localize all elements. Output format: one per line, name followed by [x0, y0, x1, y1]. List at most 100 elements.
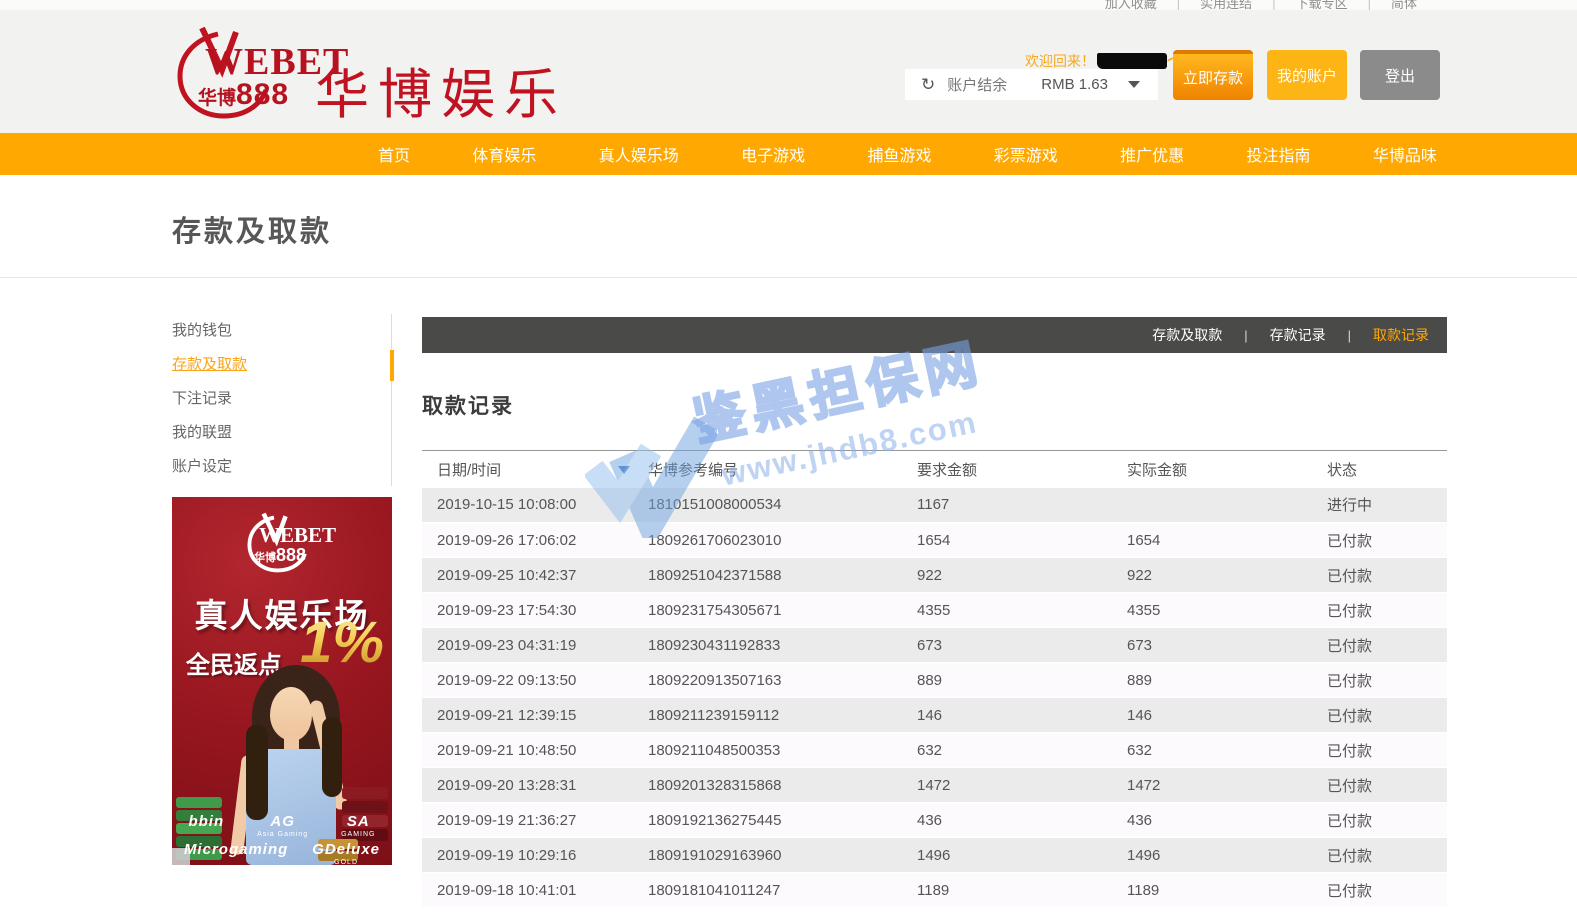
logout-button[interactable]: 登出 [1360, 50, 1440, 100]
provider-name: AG [270, 813, 295, 830]
cell-reference: 1810151008000534 [648, 488, 917, 523]
nav-item-label: 投注指南 [1247, 148, 1311, 165]
sidebar-item-label: 我的联盟 [172, 424, 232, 441]
cell-requested-amount: 889 [917, 663, 1127, 698]
sidebar-nav: 我的钱包存款及取款下注记录我的联盟账户设定 [172, 314, 392, 486]
sidebar-item[interactable]: 我的联盟 [172, 416, 391, 450]
nav-item-label: 真人娱乐场 [599, 148, 679, 165]
provider-logo: AGAsia Gaming [257, 813, 308, 838]
cell-actual-amount: 1496 [1127, 838, 1327, 873]
tab-item[interactable]: 取款记录 [1326, 325, 1429, 345]
column-header-datetime[interactable]: 日期/时间 [422, 451, 648, 488]
provider-name: Microgaming [184, 841, 288, 858]
banner-logo-888: 888 [276, 545, 306, 565]
column-header-actual-amount[interactable]: 实际金额 [1127, 451, 1327, 488]
cell-datetime: 2019-09-21 12:39:15 [422, 698, 648, 733]
sidebar-item[interactable]: 下注记录 [172, 382, 391, 416]
tab-item[interactable]: 存款记录 [1222, 325, 1325, 345]
top-link-label: 简体 [1391, 0, 1417, 10]
cell-status: 已付款 [1327, 873, 1447, 908]
top-link[interactable]: 加入收藏 [1105, 0, 1157, 10]
table-row[interactable]: 2019-09-19 21:36:27 1809192136275445 436… [422, 803, 1447, 838]
table-row[interactable]: 2019-10-15 10:08:00 1810151008000534 116… [422, 488, 1447, 523]
caret-down-icon[interactable] [1128, 81, 1140, 88]
cell-actual-amount: 1654 [1127, 523, 1327, 558]
cell-reference: 1809192136275445 [648, 803, 917, 838]
table-row[interactable]: 2019-09-22 09:13:50 1809220913507163 889… [422, 663, 1447, 698]
cell-datetime: 2019-09-19 10:29:16 [422, 838, 648, 873]
table-row[interactable]: 2019-09-23 17:54:30 1809231754305671 435… [422, 593, 1447, 628]
table-row[interactable]: 2019-09-18 10:41:01 1809181041011247 118… [422, 873, 1447, 908]
provider-name: SA [347, 813, 370, 830]
model-hair-strand-left [246, 725, 268, 820]
provider-name: GDeluxe [312, 841, 380, 858]
sidebar-item[interactable]: 存款及取款 [172, 348, 391, 382]
nav-item[interactable]: 投注指南 [1247, 142, 1311, 166]
nav-item[interactable]: 彩票游戏 [994, 142, 1058, 166]
nav-item[interactable]: 华博品味 [1373, 142, 1437, 166]
table-row[interactable]: 2019-09-21 10:48:50 1809211048500353 632… [422, 733, 1447, 768]
cell-requested-amount: 1654 [917, 523, 1127, 558]
top-link[interactable]: 下载专区 [1252, 0, 1347, 10]
refresh-icon[interactable]: ↻ [921, 76, 935, 93]
site-logo[interactable]: WEBET 华博888 华博娱乐 [172, 22, 592, 122]
nav-item[interactable]: 体育娱乐 [472, 142, 536, 166]
cell-datetime: 2019-09-18 10:41:01 [422, 873, 648, 908]
nav-item[interactable]: 电子游戏 [741, 142, 805, 166]
my-account-button[interactable]: 我的账户 [1267, 50, 1347, 100]
column-header-requested-amount[interactable]: 要求金额 [917, 451, 1127, 488]
deposit-button[interactable]: 立即存款 [1173, 50, 1253, 100]
cell-requested-amount: 673 [917, 628, 1127, 663]
provider-logo: Microgaming [184, 841, 288, 859]
cell-requested-amount: 146 [917, 698, 1127, 733]
tab-item[interactable]: 存款及取款 [1152, 325, 1222, 345]
table-row[interactable]: 2019-09-19 10:29:16 1809191029163960 149… [422, 838, 1447, 873]
welcome-label: 欢迎回来！ [1025, 51, 1095, 71]
sidebar-item[interactable]: 我的钱包 [172, 314, 391, 348]
welcome-message: 欢迎回来！ [1025, 52, 1175, 70]
cell-status: 已付款 [1327, 838, 1447, 873]
table-row[interactable]: 2019-09-25 10:42:37 1809251042371588 922… [422, 558, 1447, 593]
table-row[interactable]: 2019-09-21 12:39:15 1809211239159112 146… [422, 698, 1447, 733]
cell-requested-amount: 922 [917, 558, 1127, 593]
table-row[interactable]: 2019-09-20 13:28:31 1809201328315868 147… [422, 768, 1447, 803]
nav-item[interactable]: 首页 [378, 142, 410, 166]
balance-widget[interactable]: ↻ 账户结余 RMB 1.63 [905, 69, 1158, 100]
balance-label: 账户结余 [947, 74, 1007, 95]
table-row[interactable]: 2019-09-26 17:06:02 1809261706023010 165… [422, 523, 1447, 558]
banner-logo-subtext: 华博888 [254, 545, 306, 566]
withdrawal-table: 日期/时间 华博参考编号 要求金额 实际金额 状态 2019-10-15 10:… [422, 450, 1447, 908]
cell-requested-amount: 436 [917, 803, 1127, 838]
model-face [270, 687, 312, 741]
sort-desc-icon[interactable] [618, 466, 630, 474]
cell-datetime: 2019-09-25 10:42:37 [422, 558, 648, 593]
cell-status: 已付款 [1327, 593, 1447, 628]
nav-item-label: 推广优惠 [1120, 148, 1184, 165]
cell-datetime: 2019-09-26 17:06:02 [422, 523, 648, 558]
cell-reference: 1809181041011247 [648, 873, 917, 908]
nav-item[interactable]: 推广优惠 [1120, 142, 1184, 166]
top-utility-bar: 加入收藏实用连结下载专区 简体 [0, 0, 1577, 10]
top-link[interactable]: 简体 [1348, 0, 1417, 10]
balance-value: RMB 1.63 [1041, 76, 1108, 93]
sidebar-item[interactable]: 账户设定 [172, 450, 391, 484]
cell-datetime: 2019-09-19 21:36:27 [422, 803, 648, 838]
nav-item[interactable]: 捕鱼游戏 [867, 142, 931, 166]
column-header-reference[interactable]: 华博参考编号 [648, 451, 917, 488]
cell-requested-amount: 1167 [917, 488, 1127, 523]
provider-logos-row1: bbinAGAsia GamingSAGAMING [172, 813, 392, 838]
top-link[interactable]: 实用连结 [1157, 0, 1252, 10]
promo-banner[interactable]: WEBET 华博888 真人娱乐场 全民返点 1% bbinAGAsia Gam… [172, 497, 392, 865]
cell-reference: 1809251042371588 [648, 558, 917, 593]
banner-percent: 1% [300, 609, 384, 676]
logo-site-name: 华博娱乐 [315, 50, 567, 129]
sidebar-item-label: 存款及取款 [172, 356, 247, 373]
table-row[interactable]: 2019-09-23 04:31:19 1809230431192833 673… [422, 628, 1447, 663]
cell-reference: 1809201328315868 [648, 768, 917, 803]
nav-item[interactable]: 真人娱乐场 [599, 142, 679, 166]
cell-status: 已付款 [1327, 768, 1447, 803]
column-header-status[interactable]: 状态 [1327, 451, 1447, 488]
page-title: 存款及取款 [172, 208, 332, 250]
cell-reference: 1809230431192833 [648, 628, 917, 663]
nav-item-label: 捕鱼游戏 [867, 148, 931, 165]
